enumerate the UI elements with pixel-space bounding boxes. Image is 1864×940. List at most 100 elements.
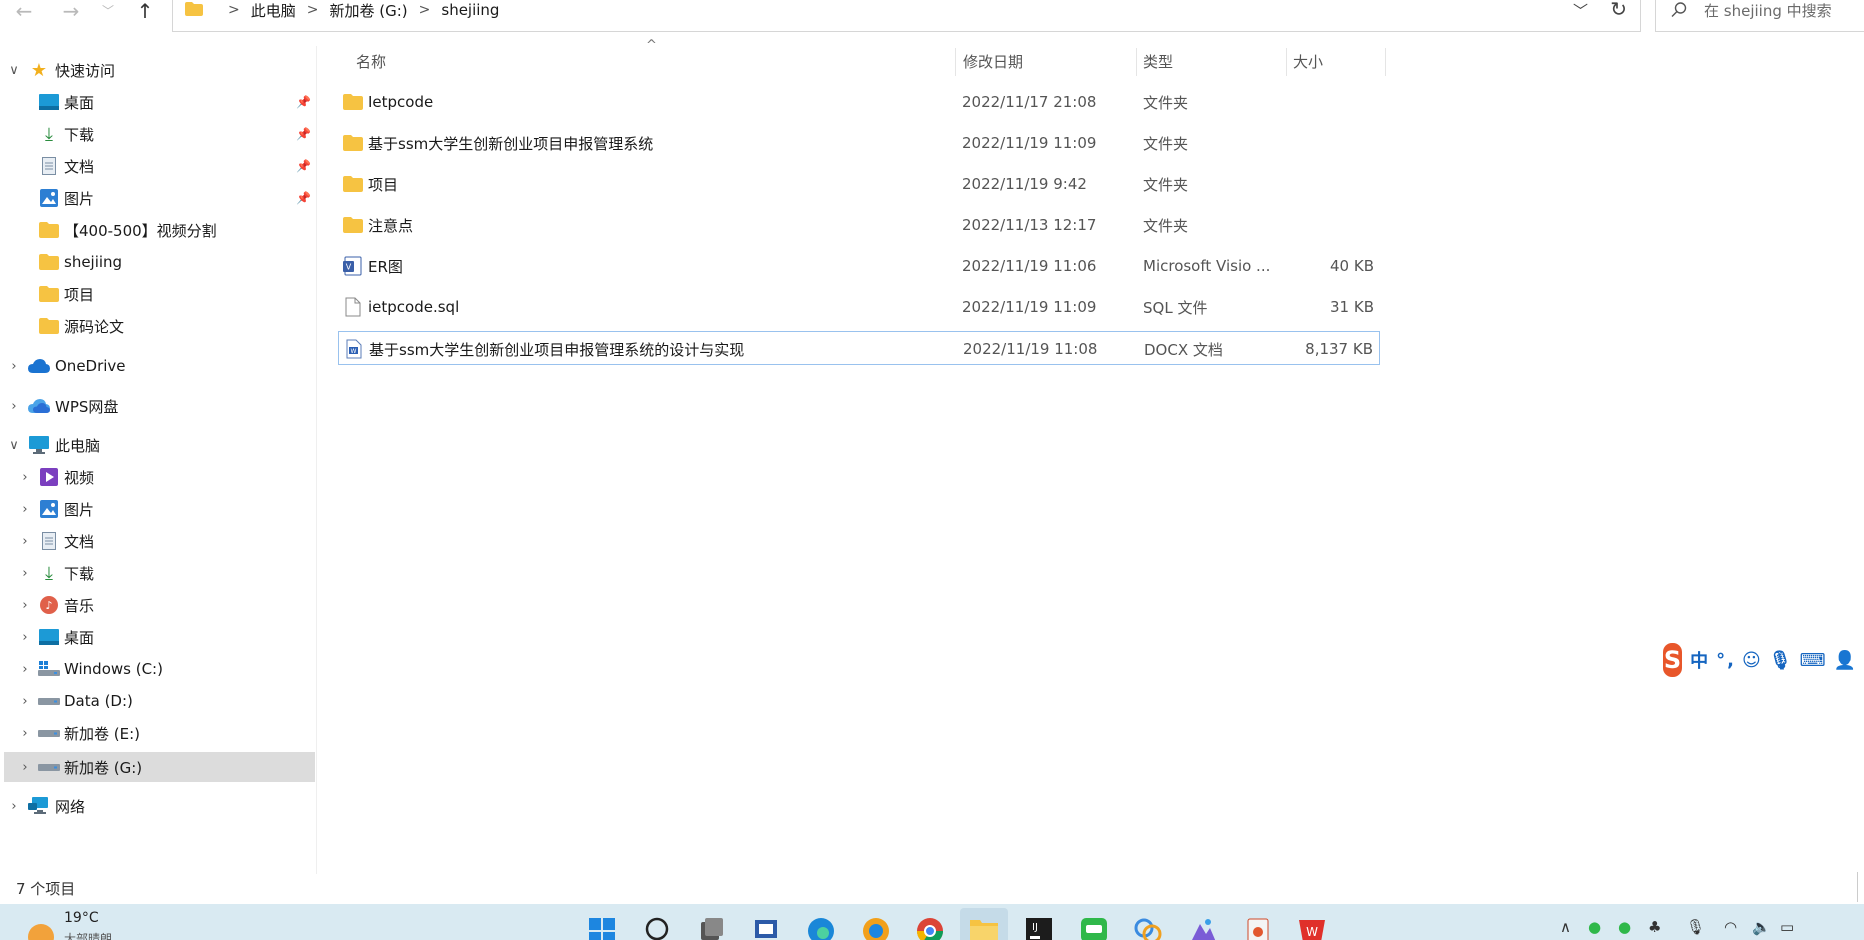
app-icon[interactable] bbox=[1133, 914, 1163, 940]
browser-icon[interactable] bbox=[861, 914, 891, 940]
address-history-dropdown-icon[interactable]: ﹀ bbox=[1573, 0, 1588, 21]
windows-start-icon[interactable] bbox=[587, 914, 617, 940]
intellij-idea-icon[interactable]: IJ bbox=[1024, 914, 1054, 940]
pin-icon[interactable]: 📌 bbox=[296, 159, 311, 173]
app-icon[interactable] bbox=[751, 914, 781, 940]
sogou-logo-icon[interactable]: S bbox=[1663, 643, 1683, 677]
chevron-right-icon[interactable]: › bbox=[18, 470, 32, 485]
sidebar-item-pictures[interactable]: › 图片 bbox=[0, 494, 315, 524]
breadcrumb-current-folder[interactable]: shejiing bbox=[441, 1, 499, 19]
file-row[interactable]: ietpcode.sql 2022/11/19 11:09 SQL 文件 31 … bbox=[338, 290, 1380, 324]
chevron-right-icon[interactable]: › bbox=[18, 630, 32, 645]
file-row-selected[interactable]: W 基于ssm大学生创新创业项目申报管理系统的设计与实现 2022/11/19 … bbox=[338, 331, 1380, 365]
file-row[interactable]: 项目 2022/11/19 9:42 文件夹 bbox=[338, 167, 1380, 201]
column-header-size[interactable]: 大小 bbox=[1293, 46, 1323, 76]
recent-locations-button[interactable]: ﹀ bbox=[92, 0, 124, 22]
file-explorer-icon[interactable] bbox=[969, 914, 999, 940]
microphone-icon[interactable]: 🎙 bbox=[1686, 918, 1705, 936]
ime-mode-toggle[interactable]: 中 bbox=[1690, 647, 1710, 673]
sidebar-item-drive-c[interactable]: › Windows (C:) bbox=[0, 654, 315, 684]
sidebar-item-downloads[interactable]: › ⤓ 下载 bbox=[0, 558, 315, 588]
battery-icon[interactable]: ▭ bbox=[1780, 918, 1794, 936]
sidebar-item-folder[interactable]: 项目 bbox=[0, 279, 315, 309]
wps-office-icon[interactable]: W bbox=[1297, 914, 1327, 940]
column-divider[interactable] bbox=[1286, 48, 1287, 76]
chevron-right-icon[interactable]: › bbox=[18, 502, 32, 517]
chevron-up-icon[interactable]: ∧ bbox=[1560, 918, 1571, 936]
file-row[interactable]: Ietpcode 2022/11/17 21:08 文件夹 bbox=[338, 85, 1380, 119]
chevron-right-icon[interactable]: › bbox=[18, 534, 32, 549]
qq-icon[interactable]: ♣ bbox=[1648, 918, 1661, 936]
column-divider[interactable] bbox=[955, 48, 956, 76]
emoji-icon[interactable]: ☺ bbox=[1742, 650, 1763, 671]
pin-icon[interactable]: 📌 bbox=[296, 191, 311, 205]
breadcrumb-this-pc[interactable]: 此电脑 bbox=[251, 0, 296, 21]
user-icon[interactable]: 👤 bbox=[1834, 650, 1858, 671]
sidebar-item-onedrive[interactable]: › OneDrive bbox=[0, 351, 315, 381]
search-input[interactable]: 在 shejiing 中搜索 bbox=[1704, 0, 1832, 21]
sidebar-item-this-pc[interactable]: ∨ 此电脑 bbox=[0, 430, 315, 460]
sidebar-item-documents[interactable]: 文档 📌 bbox=[0, 151, 315, 181]
sidebar-item-pictures[interactable]: 图片 📌 bbox=[0, 183, 315, 213]
sidebar-item-videos[interactable]: › 视频 bbox=[0, 462, 315, 492]
chevron-right-icon[interactable]: › bbox=[7, 799, 21, 814]
column-header-name[interactable]: 名称 bbox=[356, 46, 386, 76]
address-bar[interactable]: > 此电脑 > 新加卷 (G:) > shejiing ﹀ ↻ bbox=[172, 0, 1641, 32]
wechat-tray-icon[interactable]: ● bbox=[1588, 918, 1601, 936]
pane-divider[interactable] bbox=[316, 46, 317, 874]
sidebar-item-folder[interactable]: 源码论文 bbox=[0, 311, 315, 341]
sidebar-item-folder[interactable]: shejiing bbox=[0, 247, 315, 277]
sidebar-item-folder[interactable]: 【400-500】视频分割 bbox=[0, 215, 315, 245]
wifi-icon[interactable]: ◠ bbox=[1724, 918, 1737, 936]
chevron-right-icon[interactable]: › bbox=[7, 399, 21, 414]
file-row[interactable]: V ER图 2022/11/19 11:06 Microsoft Visio .… bbox=[338, 249, 1380, 283]
chevron-down-icon[interactable]: ∨ bbox=[7, 63, 21, 78]
sidebar-item-drive-g[interactable]: › 新加卷 (G:) bbox=[4, 752, 315, 782]
chevron-right-icon[interactable]: › bbox=[7, 359, 21, 374]
column-divider[interactable] bbox=[1385, 48, 1386, 76]
pin-icon[interactable]: 📌 bbox=[296, 95, 311, 109]
file-row[interactable]: 注意点 2022/11/13 12:17 文件夹 bbox=[338, 208, 1380, 242]
wechat-tray-icon[interactable]: ● bbox=[1618, 918, 1631, 936]
app-icon[interactable] bbox=[1188, 914, 1218, 940]
chevron-right-icon[interactable]: › bbox=[18, 726, 32, 741]
weather-widget[interactable]: 19°C 大部晴朗 bbox=[24, 910, 154, 940]
sidebar-item-documents[interactable]: › 文档 bbox=[0, 526, 315, 556]
chrome-icon[interactable] bbox=[915, 914, 945, 940]
column-header-date[interactable]: 修改日期 bbox=[963, 46, 1023, 76]
chevron-right-icon[interactable]: › bbox=[18, 662, 32, 677]
column-divider[interactable] bbox=[1136, 48, 1137, 76]
refresh-icon[interactable]: ↻ bbox=[1610, 0, 1627, 21]
chevron-right-icon[interactable]: › bbox=[18, 598, 32, 613]
chevron-right-icon[interactable]: › bbox=[18, 694, 32, 709]
sidebar-item-drive-d[interactable]: › Data (D:) bbox=[0, 686, 315, 716]
sidebar-item-drive-e[interactable]: › 新加卷 (E:) bbox=[0, 718, 315, 748]
sidebar-item-desktop[interactable]: › 桌面 bbox=[0, 622, 315, 652]
edge-browser-icon[interactable] bbox=[806, 914, 836, 940]
sidebar-item-quick-access[interactable]: ∨ ★ 快速访问 bbox=[0, 55, 315, 85]
breadcrumb-drive-g[interactable]: 新加卷 (G:) bbox=[329, 0, 407, 21]
punctuation-icon[interactable]: °, bbox=[1716, 650, 1736, 671]
chevron-right-icon[interactable]: › bbox=[18, 566, 32, 581]
keyboard-icon[interactable]: ⌨ bbox=[1800, 650, 1828, 671]
sidebar-item-downloads[interactable]: ⤓ 下载 📌 bbox=[0, 119, 315, 149]
forward-button[interactable]: → bbox=[55, 0, 87, 22]
chat-app-icon[interactable] bbox=[1079, 914, 1109, 940]
back-button[interactable]: ← bbox=[8, 0, 40, 22]
sidebar-item-network[interactable]: › 网络 bbox=[0, 791, 315, 821]
resize-grip[interactable] bbox=[1857, 872, 1864, 902]
task-view-icon[interactable] bbox=[696, 914, 726, 940]
file-row[interactable]: 基于ssm大学生创新创业项目申报管理系统 2022/11/19 11:09 文件… bbox=[338, 126, 1380, 160]
sidebar-item-desktop[interactable]: 桌面 📌 bbox=[0, 87, 315, 117]
chevron-right-icon[interactable]: › bbox=[18, 760, 32, 775]
chevron-down-icon[interactable]: ∨ bbox=[7, 438, 21, 453]
search-icon[interactable] bbox=[642, 914, 672, 940]
microphone-icon[interactable]: 🎙 bbox=[1769, 650, 1794, 671]
pin-icon[interactable]: 📌 bbox=[296, 127, 311, 141]
wps-presentation-icon[interactable] bbox=[1243, 914, 1273, 940]
sidebar-item-music[interactable]: › ♪ 音乐 bbox=[0, 590, 315, 620]
sidebar-item-wps-drive[interactable]: › WPS网盘 bbox=[0, 391, 315, 421]
search-box[interactable]: 在 shejiing 中搜索 bbox=[1655, 0, 1864, 32]
up-button[interactable]: ↑ bbox=[129, 0, 161, 22]
volume-icon[interactable]: 🔈 bbox=[1752, 918, 1771, 936]
